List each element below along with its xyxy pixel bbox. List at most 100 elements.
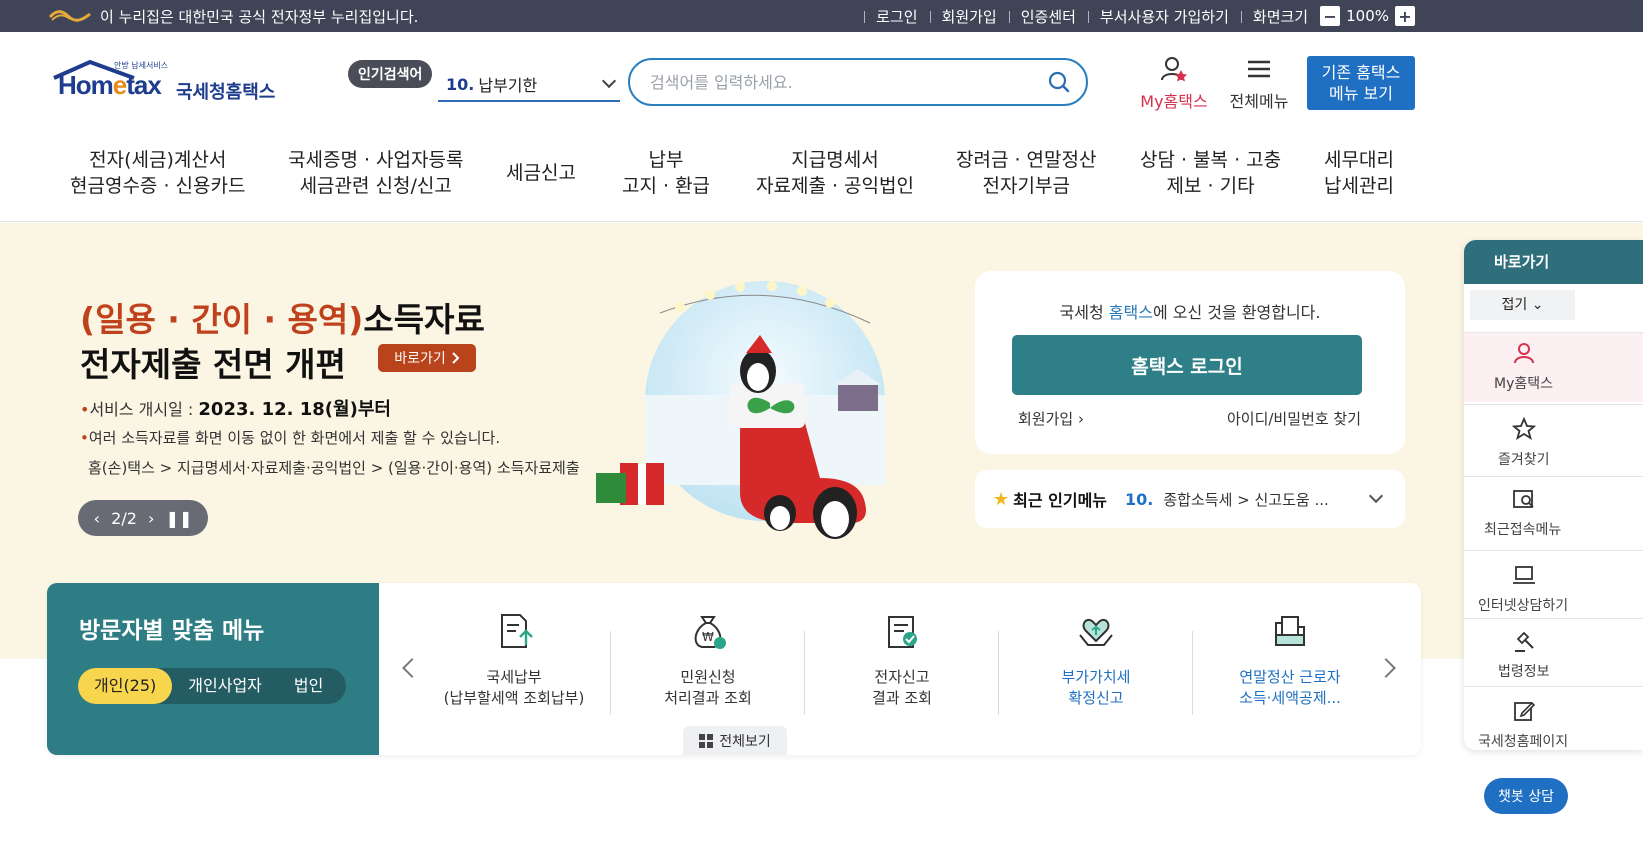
my-hometax-button[interactable]: My홈택스 xyxy=(1134,56,1214,112)
grid-icon xyxy=(699,734,714,748)
quick-item-favorites[interactable]: 즐겨찾기 xyxy=(1464,404,1643,470)
quick-menu: 바로가기 접기 ⌄ My홈택스 즐겨찾기 최근접속메뉴 인터넷상담하기 법령정보… xyxy=(1464,240,1643,750)
hero-title-line2: 전자제출 전면 개편 xyxy=(80,345,346,384)
folder-document-icon xyxy=(1275,616,1305,646)
signup-link[interactable]: 회원가입 xyxy=(929,6,1009,27)
zoom-out-button[interactable]: − xyxy=(1320,6,1341,26)
nav-statements[interactable]: 지급명세서 자료제출 · 공익법인 xyxy=(756,147,914,199)
view-all-button[interactable]: 전체보기 xyxy=(683,726,787,755)
visitor-item-label: 민원신청 처리결과 조회 xyxy=(664,668,752,707)
visitor-item-label: 연말정산 근로자 소득·세액공제... xyxy=(1239,668,1341,707)
svg-text:₩: ₩ xyxy=(702,630,714,644)
screen-size-label: 화면크기 xyxy=(1240,6,1320,27)
chevron-down-icon xyxy=(601,73,617,89)
slider-prev-icon[interactable]: ‹ xyxy=(94,509,100,528)
tab-individual[interactable]: 개인(25) xyxy=(78,668,173,704)
quick-menu-title: 바로가기 xyxy=(1464,240,1643,284)
laptop-icon xyxy=(1513,566,1535,584)
visitor-item-vat[interactable]: 부가가치세 확정신고 xyxy=(999,611,1193,721)
chevron-right-icon: › xyxy=(1077,410,1084,428)
slider-counter: 2/2 xyxy=(111,508,137,528)
search-input[interactable] xyxy=(650,70,1030,94)
nav-tax-agent[interactable]: 세무대리 납세관리 xyxy=(1324,147,1394,199)
slider-pause-icon[interactable]: ❚❚ xyxy=(166,509,193,528)
nav-incentives[interactable]: 장려금 · 연말정산 전자기부금 xyxy=(956,147,1096,199)
visitor-item-label: 부가가치세 확정신고 xyxy=(1061,668,1131,707)
tab-sole-proprietor[interactable]: 개인사업자 xyxy=(172,668,278,704)
popular-search-rank: 10. xyxy=(446,74,475,94)
tab-corporation[interactable]: 법인 xyxy=(278,668,339,704)
quick-item-internet-consult[interactable]: 인터넷상담하기 xyxy=(1464,550,1643,616)
star-icon: ★ xyxy=(993,488,1010,510)
hero-title-line1: (일용 · 간이 · 용역)소득자료 xyxy=(80,300,485,339)
popular-menu-card: ★ 최근 인기메뉴 10. 종합소득세 > 신고도움 ... xyxy=(975,470,1405,528)
nav-payment[interactable]: 납부 고지 · 환급 xyxy=(622,147,710,199)
visitor-item-label: 전자신고 결과 조회 xyxy=(872,668,932,707)
quick-item-law[interactable]: 법령정보 xyxy=(1464,618,1643,684)
nav-e-invoice[interactable]: 전자(세금)계산서 현금영수증 · 신용카드 xyxy=(70,147,245,199)
popular-menu-value[interactable]: 종합소득세 > 신고도움 ... xyxy=(1163,489,1328,510)
welcome-text: 국세청 홈택스에 오신 것을 환영합니다. xyxy=(1059,303,1321,322)
nav-tax-filing[interactable]: 세금신고 xyxy=(506,160,576,186)
visitor-item-label: 국세납부 (납부할세액 조회납부) xyxy=(443,668,585,707)
quick-fold-button[interactable]: 접기 ⌄ xyxy=(1470,290,1575,320)
visitor-menu-title: 방문자별 맞춤 메뉴 xyxy=(79,618,265,644)
visitor-menu: 방문자별 맞춤 메뉴 개인(25) 개인사업자 법인 국세납부 (납부할세액 조회… xyxy=(47,583,1421,755)
search-icon[interactable] xyxy=(1048,71,1070,93)
user-icon xyxy=(1161,57,1187,82)
chatbot-button[interactable]: 챗봇 상담 xyxy=(1484,778,1568,814)
nav-consulting[interactable]: 상담 · 불복 · 고충 제보 · 기타 xyxy=(1140,147,1281,199)
gov-banner: 이 누리집은 대한민국 공식 전자정부 누리집입니다. 로그인 회원가입 인증센… xyxy=(0,0,1643,32)
star-outline-icon xyxy=(1511,416,1537,440)
quick-item-my-hometax[interactable]: My홈택스 xyxy=(1464,332,1643,402)
visitor-menu-header: 방문자별 맞춤 메뉴 개인(25) 개인사업자 법인 xyxy=(47,583,379,755)
all-menu-button[interactable]: 전체메뉴 xyxy=(1224,56,1294,112)
site-header: 안방 납세서비스 Hometax 국세청홈택스 인기검색어 10. 납부기한 M… xyxy=(0,32,1643,127)
legacy-menu-line2: 메뉴 보기 xyxy=(1329,84,1393,103)
slider-next-icon[interactable]: › xyxy=(148,509,154,528)
heart-hands-icon xyxy=(1079,619,1113,646)
quick-item-recent[interactable]: 최근접속메뉴 xyxy=(1464,476,1643,546)
my-hometax-label: My홈택스 xyxy=(1140,92,1208,111)
money-bag-icon: ₩ xyxy=(694,616,726,649)
find-id-password-link[interactable]: 아이디/비밀번호 찾기 xyxy=(1227,408,1361,429)
hometax-logo[interactable]: 안방 납세서비스 Hometax 국세청홈택스 xyxy=(50,56,290,112)
search-box xyxy=(628,58,1088,106)
recent-search-icon xyxy=(1513,490,1534,508)
zoom-in-button[interactable]: + xyxy=(1395,6,1415,26)
visitor-item-civil-petition[interactable]: ₩ 민원신청 처리결과 조회 xyxy=(611,611,805,721)
quick-item-nts-homepage[interactable]: 국세청홈페이지 xyxy=(1464,686,1643,750)
hometax-login-button[interactable]: 홈택스 로그인 xyxy=(1012,335,1362,395)
dept-signup-link[interactable]: 부서사용자 가입하기 xyxy=(1087,6,1241,27)
login-card: 국세청 홈택스에 오신 것을 환영합니다. 홈택스 로그인 회원가입 › 아이디… xyxy=(975,271,1405,454)
visitor-item-tax-payment[interactable]: 국세납부 (납부할세액 조회납부) xyxy=(417,611,611,721)
all-menu-label: 전체메뉴 xyxy=(1229,92,1289,111)
visitor-item-e-filing[interactable]: 전자신고 결과 조회 xyxy=(805,611,999,721)
cert-center-link[interactable]: 인증센터 xyxy=(1008,6,1088,27)
egov-logo-icon xyxy=(48,10,91,22)
chevron-down-icon[interactable] xyxy=(1368,488,1384,504)
popular-menu-title: 최근 인기메뉴 xyxy=(1013,491,1108,510)
nav-certificates[interactable]: 국세증명 · 사업자등록 세금관련 신청/신고 xyxy=(288,147,463,199)
hamburger-icon xyxy=(1248,60,1270,78)
logo-wordmark: Hometax xyxy=(58,70,162,100)
hero-bullet-date: •서비스 개시일 : 2023. 12. 18(월)부터 xyxy=(80,399,391,420)
christmas-boot-illustration xyxy=(596,281,885,539)
visitor-item-year-end[interactable]: 연말정산 근로자 소득·세액공제... xyxy=(1193,611,1387,721)
edit-document-icon xyxy=(1514,701,1536,721)
logo-korean-name: 국세청홈택스 xyxy=(176,82,276,103)
popular-menu-rank: 10. xyxy=(1125,489,1154,509)
legacy-menu-button[interactable]: 기존 홈택스 메뉴 보기 xyxy=(1307,56,1415,110)
user-icon xyxy=(1514,343,1534,364)
popular-search-term: 납부기한 xyxy=(478,76,538,95)
login-link[interactable]: 로그인 xyxy=(864,6,929,27)
slider-controls: ‹ 2/2 › ❚❚ xyxy=(78,500,208,536)
hero-goto-button[interactable]: 바로가기 xyxy=(378,344,476,372)
gavel-icon xyxy=(1515,631,1534,652)
signup-link-card[interactable]: 회원가입 › xyxy=(1018,408,1084,429)
popular-search-select[interactable]: 10. 납부기한 xyxy=(438,68,620,102)
legacy-menu-line1: 기존 홈택스 xyxy=(1321,63,1401,82)
chevron-right-icon xyxy=(452,352,460,364)
hero-bullet-desc: •여러 소득자료를 화면 이동 없이 한 화면에서 제출 할 수 있습니다. xyxy=(80,429,501,447)
document-check-icon xyxy=(888,616,917,648)
